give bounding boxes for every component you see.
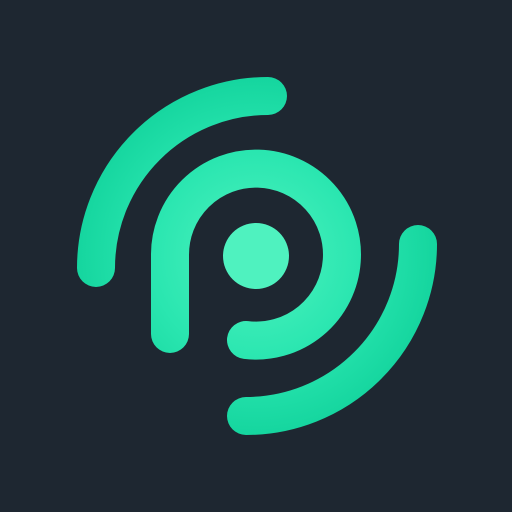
app-icon bbox=[0, 0, 512, 512]
radar-p-logo-icon bbox=[0, 0, 512, 512]
center-dot bbox=[223, 223, 289, 289]
